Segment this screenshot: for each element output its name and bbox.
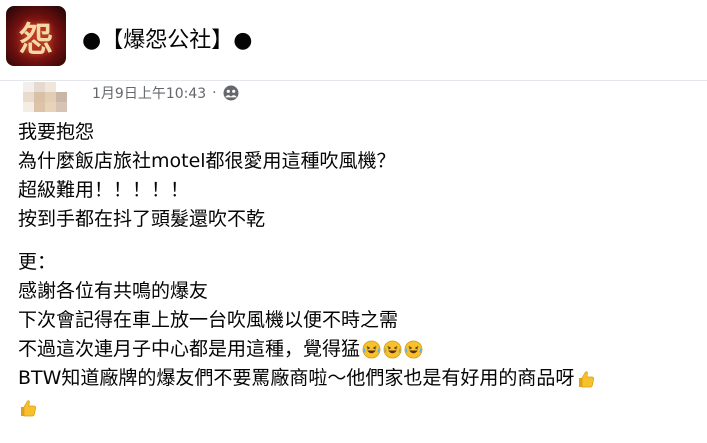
post-line-with-emoji: [18, 393, 698, 422]
group-avatar[interactable]: 怨: [6, 6, 66, 66]
post-line-text: BTW知道廠牌的爆友們不要罵廠商啦～他們家也是有好用的商品呀: [18, 367, 575, 389]
meta-separator: ·: [212, 85, 217, 101]
post-line: 我要抱怨: [18, 121, 95, 143]
post-timestamp[interactable]: 1月9日上午10:43: [92, 83, 206, 103]
group-name[interactable]: ●【爆怨公社】●: [82, 20, 252, 56]
post-line: 更：: [18, 251, 57, 273]
post-line: 按到手都在抖了頭髮還吹不乾: [18, 208, 266, 230]
rolling-on-floor-laughing-icon: [383, 340, 402, 359]
group-header: 怨 ●【爆怨公社】●: [0, 0, 707, 80]
post-line-with-emoji: 不過這次連月子中心都是用這種，覺得猛: [18, 335, 698, 364]
post-line-text: 不過這次連月子中心都是用這種，覺得猛: [18, 338, 361, 360]
post-meta: 1月9日上午10:43 ·: [92, 82, 239, 104]
rolling-on-floor-laughing-icon: [362, 340, 381, 359]
post-line: 下次會記得在車上放一台吹風機以便不時之需: [18, 309, 399, 331]
thumbs-up-icon: [21, 399, 37, 416]
post-line: 感謝各位有共鳴的爆友: [18, 280, 209, 302]
post-line: 為什麼飯店旅社motel都很愛用這種吹風機？: [18, 150, 396, 172]
post-line-with-emoji: BTW知道廠牌的爆友們不要罵廠商啦～他們家也是有好用的商品呀: [18, 364, 698, 393]
friends-icon[interactable]: [223, 85, 239, 101]
header-divider: [0, 80, 707, 81]
thumbs-up-icon: [579, 370, 595, 387]
post-line: 超級難用！！！！！: [18, 179, 190, 201]
group-avatar-glyph: 怨: [19, 19, 53, 60]
rolling-on-floor-laughing-icon: [404, 340, 423, 359]
author-avatar-pixelated[interactable]: [12, 82, 78, 112]
post-body: 我要抱怨 為什麼飯店旅社motel都很愛用這種吹風機？ 超級難用！！！！！ 按到…: [18, 118, 698, 422]
